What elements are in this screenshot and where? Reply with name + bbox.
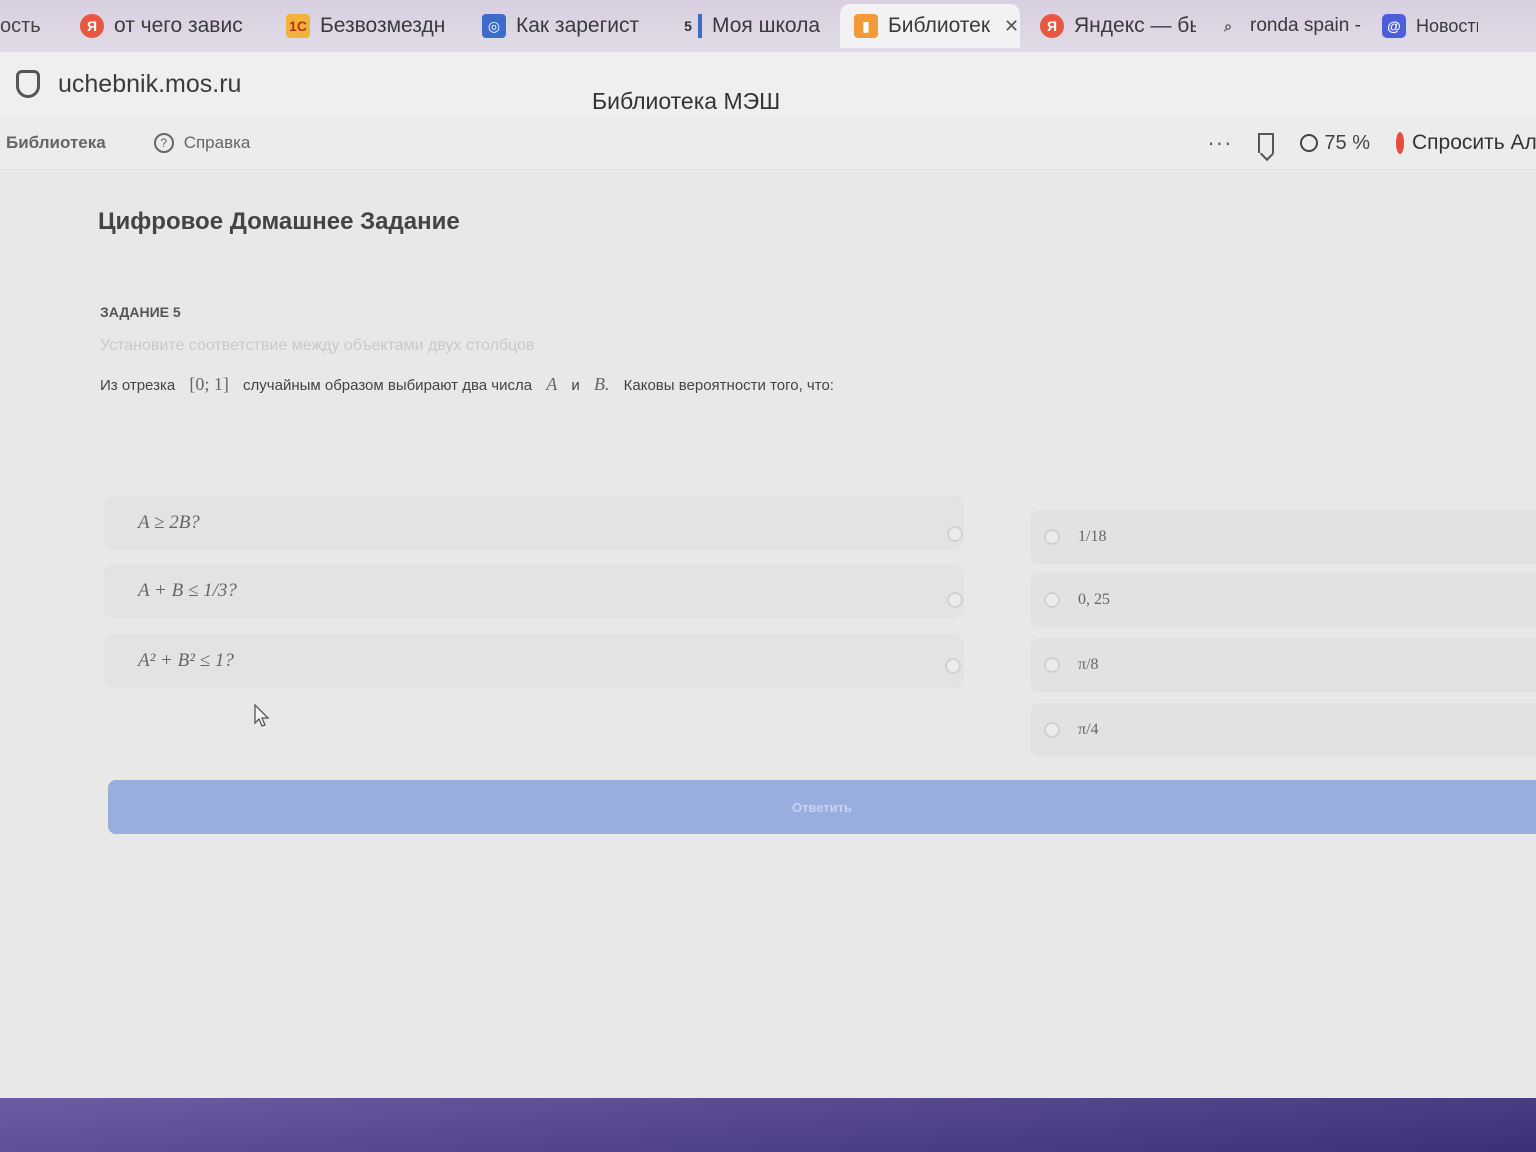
tab-label: Новость [1416, 15, 1478, 36]
screen-bezel [0, 1098, 1536, 1152]
left-item-radio[interactable] [947, 592, 963, 608]
tab-ronda[interactable]: ⌕ ronda spain - [1202, 4, 1362, 48]
right-item[interactable]: 1/18 [1030, 510, 1536, 564]
yandex-icon: Я [80, 14, 104, 38]
alice-icon [1396, 132, 1404, 154]
right-item[interactable]: π/8 [1030, 638, 1536, 692]
tab-yandex-search[interactable]: Я от чего завис [66, 4, 266, 48]
left-item[interactable]: A² + B² ≤ 1? [104, 634, 964, 688]
bookmark-icon[interactable] [1258, 133, 1275, 153]
left-item-label: A ≥ 2B? [138, 512, 200, 533]
left-item-radio[interactable] [947, 526, 963, 542]
tab-label: Яндекс — бы [1074, 14, 1196, 37]
help-link[interactable]: ? Справка [153, 132, 251, 153]
tab-label: ость [0, 14, 41, 37]
tab-library-active[interactable]: ▮ Библиотек ✕ [840, 4, 1020, 48]
zoom-control[interactable]: 75 % [1300, 132, 1370, 155]
right-item-radio[interactable] [1044, 722, 1060, 738]
interval: [0; 1] [189, 374, 229, 394]
right-item-radio[interactable] [1044, 529, 1060, 545]
left-item-label: A + B ≤ 1/3? [138, 580, 237, 601]
tab-label: от чего завис [114, 14, 243, 37]
right-item-label: π/4 [1078, 721, 1099, 738]
right-item-label: 1/18 [1078, 528, 1107, 545]
left-item-radio[interactable] [945, 658, 961, 674]
right-item[interactable]: π/4 [1030, 703, 1536, 757]
yandex-icon: Я [1040, 14, 1064, 38]
var-a: A [546, 374, 558, 394]
tab-news[interactable]: @ Новость [1368, 4, 1478, 48]
tab-yandex[interactable]: Я Яндекс — бы [1026, 4, 1196, 48]
tab-label: Как зарегист [516, 14, 640, 37]
left-item[interactable]: A ≥ 2B? [104, 496, 964, 550]
main-content: Цифровое Домашнее Задание ЗАДАНИЕ 5 Уста… [0, 170, 1536, 1152]
close-icon[interactable]: ✕ [1004, 16, 1019, 37]
help-label: Справка [183, 132, 251, 152]
toolbar-right: ··· 75 % Спросить Ал [1207, 116, 1536, 170]
ask-alice-button[interactable]: Спросить Ал [1396, 131, 1536, 155]
var-b: B. [593, 374, 610, 394]
tab-register[interactable]: ◎ Как зарегист [468, 4, 658, 48]
task-label: ЗАДАНИЕ 5 [100, 304, 181, 320]
tab-label: Моя школа [712, 14, 821, 37]
page-title: Библиотека МЭШ [592, 88, 781, 114]
school-icon: 5 [678, 14, 702, 38]
zoom-icon [1300, 134, 1319, 152]
left-item-label: A² + B² ≤ 1? [138, 650, 234, 671]
library-icon: ▮ [854, 14, 878, 38]
tab-1c[interactable]: 1С Безвозмездн [272, 4, 462, 48]
problem-part3: Каковы вероятности того, что: [623, 377, 834, 394]
left-item[interactable]: A + B ≤ 1/3? [104, 564, 964, 618]
right-item-label: 0, 25 [1078, 591, 1110, 608]
toolbar: Библиотека ? Справка ··· 75 % Спросить А… [0, 116, 1536, 170]
more-icon[interactable]: ··· [1207, 130, 1232, 156]
problem-text: Из отрезка [0; 1] случайным образом выби… [100, 374, 834, 395]
search-icon: ⌕ [1224, 17, 1232, 34]
tab-my-school[interactable]: 5 Моя школа [664, 4, 834, 48]
tab-label: Безвозмездн [320, 14, 446, 37]
1c-icon: 1С [286, 14, 310, 38]
url-text[interactable]: uchebnik.mos.ru [58, 70, 241, 99]
problem-part2: случайным образом выбирают два числа [243, 377, 533, 394]
task-instruction: Установите соответствие между объектами … [100, 337, 535, 354]
page-heading: Цифровое Домашнее Задание [98, 208, 460, 235]
right-item[interactable]: 0, 25 [1030, 573, 1536, 627]
breadcrumb-library[interactable]: Библиотека [6, 133, 106, 153]
zoom-value: 75 % [1324, 131, 1370, 154]
tab-label: Библиотек [888, 14, 991, 37]
news-icon: @ [1382, 14, 1406, 38]
right-item-label: π/8 [1078, 656, 1099, 673]
right-item-radio[interactable] [1044, 657, 1060, 673]
right-item-radio[interactable] [1044, 592, 1060, 608]
tab-label: ronda spain - [1250, 15, 1361, 36]
ask-label: Спросить Ал [1412, 131, 1536, 154]
problem-part1: Из отрезка [100, 377, 176, 394]
help-icon: ? [153, 132, 174, 153]
tab-partial[interactable]: ость [0, 4, 60, 48]
gamepad-icon: ◎ [482, 14, 506, 38]
submit-button[interactable]: Ответить [108, 780, 1536, 834]
problem-conj: и [571, 377, 580, 394]
mouse-cursor-icon [254, 704, 270, 727]
shield-icon[interactable] [16, 70, 40, 98]
